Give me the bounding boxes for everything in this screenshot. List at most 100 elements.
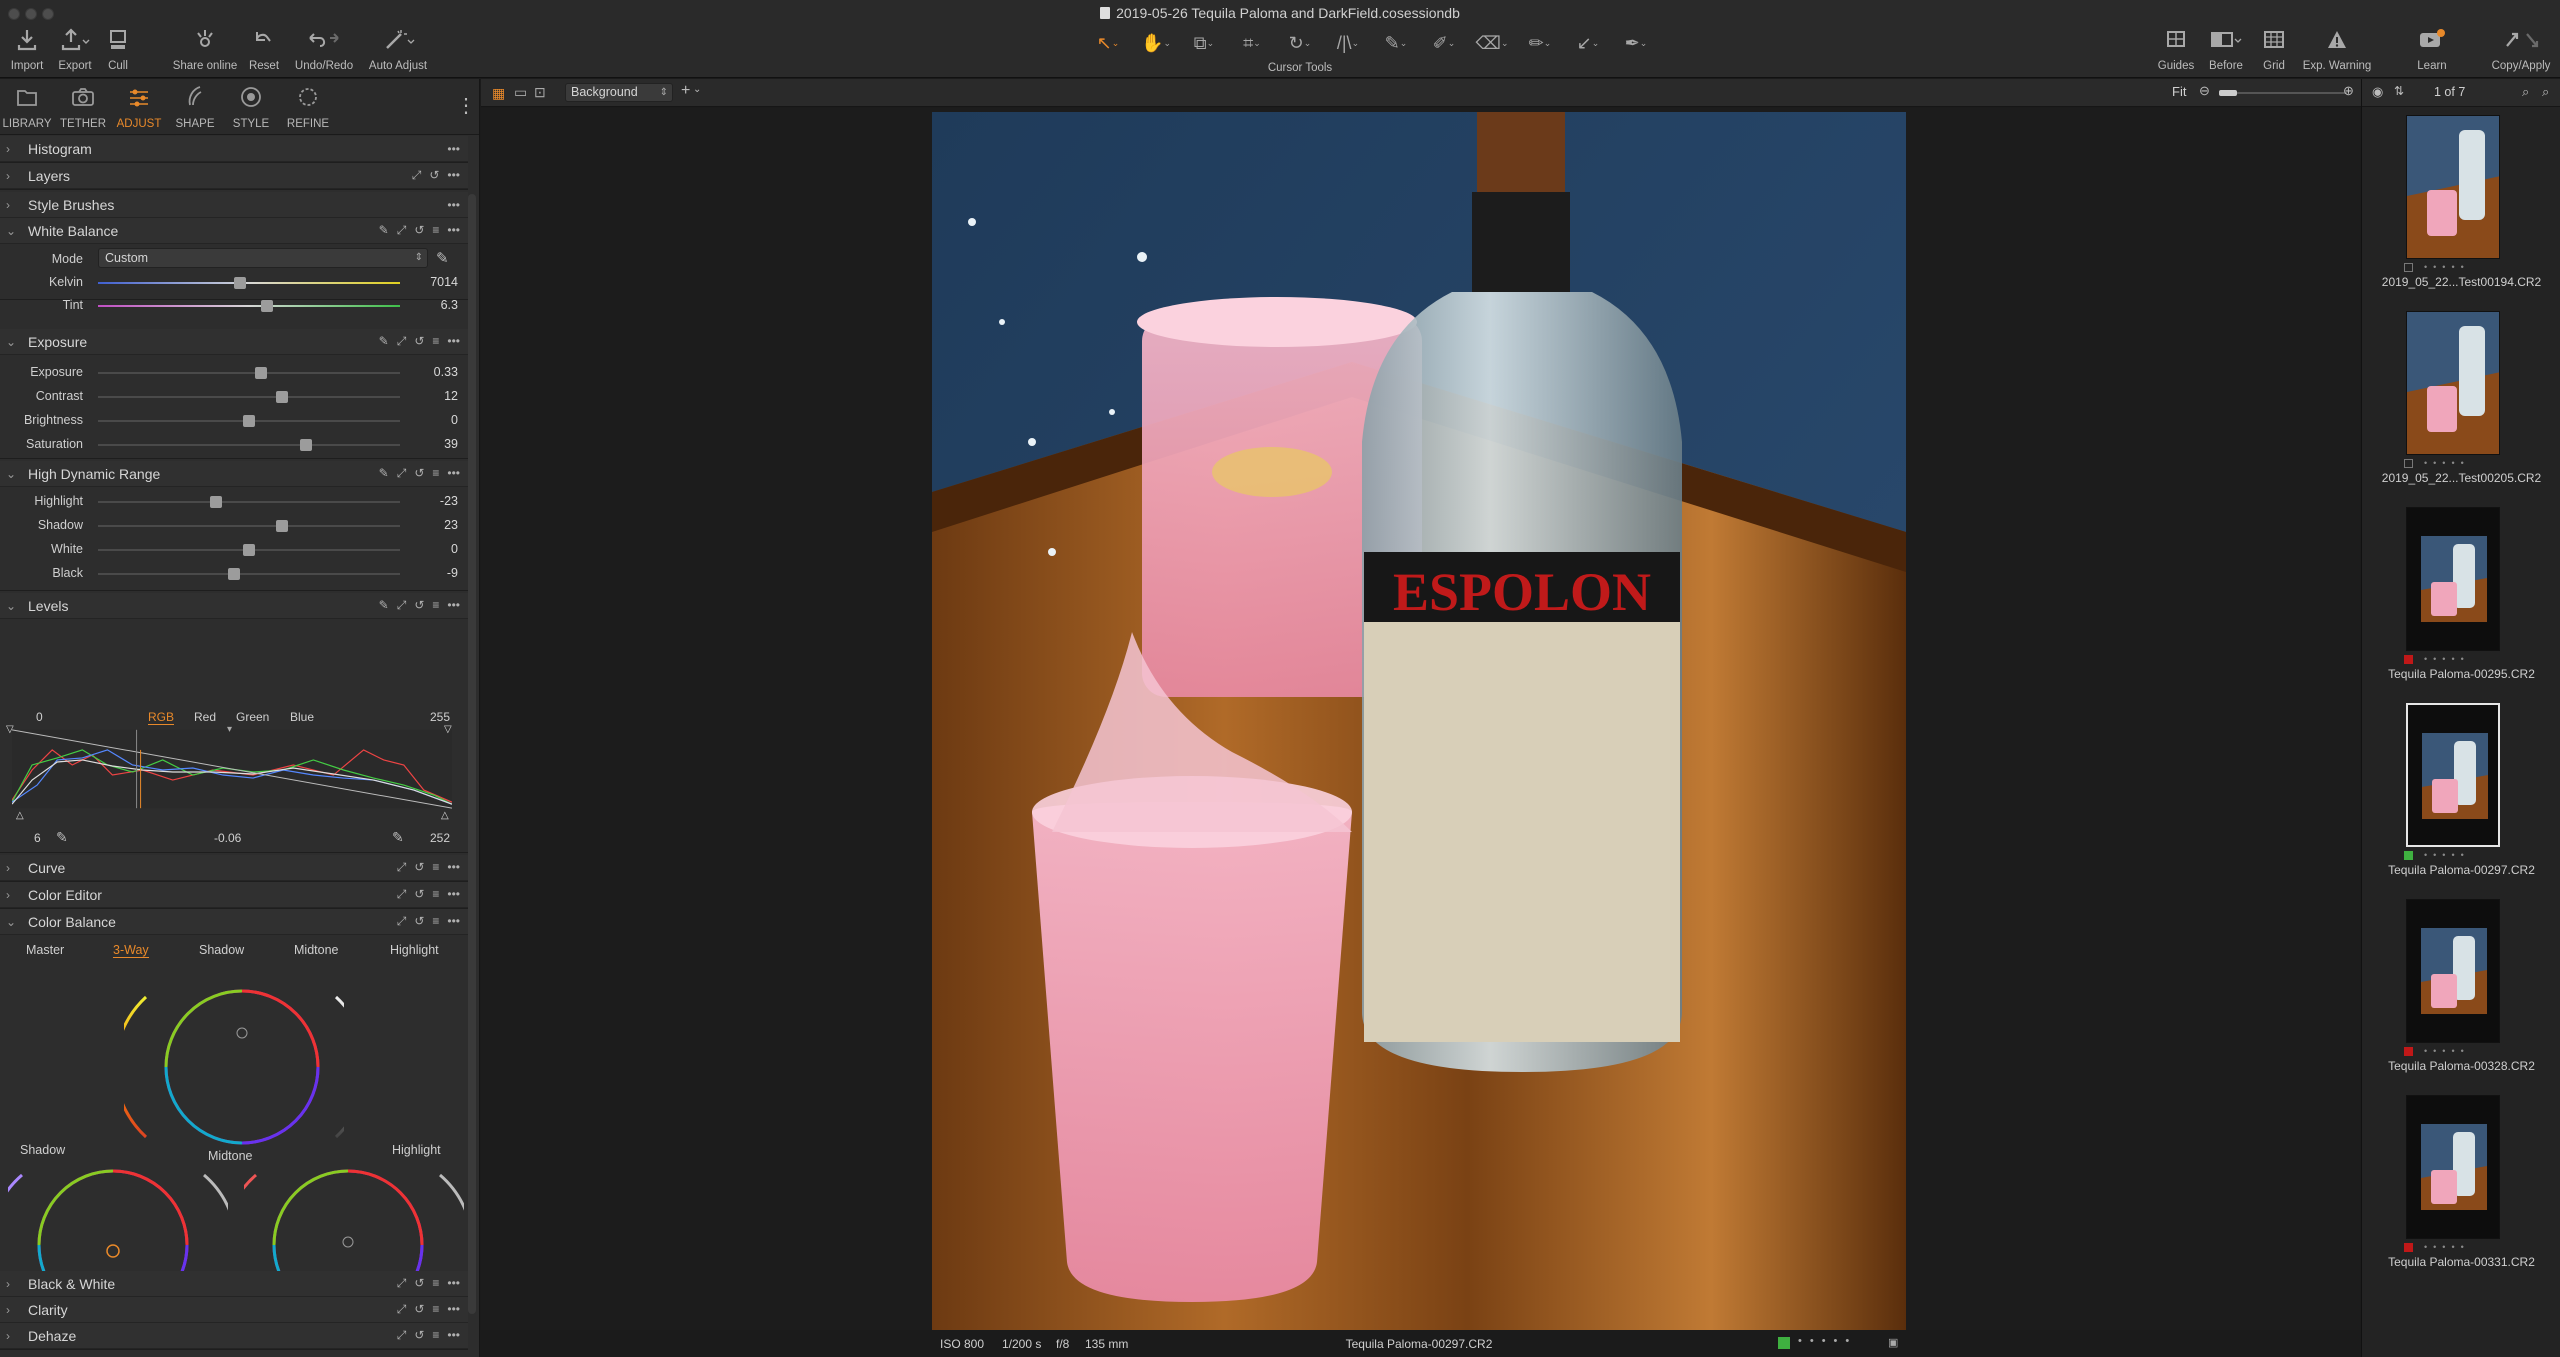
more-icon[interactable]: ••• <box>447 142 460 156</box>
zoom-slider[interactable] <box>2219 90 2347 96</box>
tab-adjust[interactable]: ADJUST <box>114 83 164 133</box>
exposure-slider[interactable] <box>98 367 400 379</box>
more-icon[interactable]: ••• <box>447 466 460 481</box>
levels-channel-red[interactable]: Red <box>194 710 216 724</box>
black-knob[interactable] <box>227 568 240 580</box>
tint-slider[interactable] <box>98 300 400 312</box>
thumbnail-image[interactable] <box>2406 1095 2500 1239</box>
shadow-knob[interactable] <box>276 520 289 532</box>
eye-icon[interactable]: ◉ <box>2372 84 2383 100</box>
heal-cursor-tool[interactable]: ✏ ⌄ <box>1518 28 1562 58</box>
keystone-cursor-tool[interactable]: /|\ ⌄ <box>1326 28 1370 58</box>
reset-small-icon[interactable]: ↺ <box>414 1276 424 1291</box>
more-icon[interactable]: ••• <box>447 198 460 212</box>
dehaze-header[interactable]: › Dehaze ⤢ ↺ ≡ ••• <box>0 1323 468 1349</box>
eraser-cursor-tool[interactable]: ⌫ ⌄ <box>1470 28 1514 58</box>
thumbnail-item[interactable]: ••••• Tequila Paloma-00328.CR2 <box>2362 893 2560 1089</box>
presets-icon[interactable]: ≡ <box>432 1276 439 1291</box>
clarity-header[interactable]: › Clarity ⤢ ↺ ≡ ••• <box>0 1297 468 1323</box>
curve-header[interactable]: › Curve ⤢ ↺ ≡ ••• <box>0 855 468 881</box>
grid-view-icon[interactable]: ▦ <box>492 85 505 102</box>
edit-mask-icon[interactable]: ✎ <box>379 466 389 481</box>
chevron-down-icon[interactable]: ⌄ <box>693 84 701 95</box>
black-value[interactable]: -9 <box>414 566 458 580</box>
more-icon[interactable]: ••• <box>447 887 460 902</box>
layer-select[interactable]: Background ⇕ <box>565 83 673 102</box>
color-tag-badge[interactable] <box>1778 1337 1790 1349</box>
star-rating[interactable]: ••••• <box>2424 1242 2470 1252</box>
wb-mode-select[interactable]: Custom ⇕ <box>98 248 428 268</box>
select-cursor-tool[interactable]: ↖ ⌄ <box>1086 28 1130 58</box>
search-icon[interactable]: ⌕ <box>2522 84 2529 100</box>
levels-mid-handle[interactable]: ▾ <box>227 724 232 735</box>
copy-apply-button[interactable]: Copy/Apply <box>2490 28 2552 76</box>
levels-output-high[interactable]: 252 <box>430 831 450 845</box>
cb-tab-highlight[interactable]: Highlight <box>390 943 439 957</box>
highlight-knob[interactable] <box>209 496 222 508</box>
fullscreen-icon[interactable]: ⤢ <box>397 914 407 929</box>
zoom-label[interactable]: Fit <box>2172 84 2186 99</box>
levels-channel-blue[interactable]: Blue <box>290 710 314 724</box>
guides-button[interactable]: Guides <box>2154 28 2198 76</box>
edit-mask-icon[interactable]: ✎ <box>379 223 389 238</box>
more-icon[interactable]: ••• <box>447 1276 460 1291</box>
color-tag[interactable] <box>2404 654 2413 664</box>
reset-small-icon[interactable]: ↺ <box>414 887 424 902</box>
pan-cursor-tool[interactable]: ✋ ⌄ <box>1134 28 1178 58</box>
tool-panel-scrollbar[interactable] <box>468 194 476 1314</box>
fullscreen-icon[interactable]: ⤢ <box>412 168 422 183</box>
master-color-wheel[interactable] <box>124 977 344 1157</box>
fullscreen-icon[interactable]: ⤢ <box>397 1328 407 1343</box>
white-knob[interactable] <box>243 544 255 556</box>
thumbnail-item[interactable]: ••••• 2019_05_22...Test00205.CR2 <box>2362 305 2560 501</box>
saturation-slider[interactable] <box>98 439 400 451</box>
cull-button[interactable]: Cull <box>104 28 132 76</box>
thumbnail-image[interactable] <box>2406 115 2500 259</box>
export-button[interactable]: Export <box>54 28 96 76</box>
crop-cursor-tool[interactable]: ⌗ ⌄ <box>1230 28 1274 58</box>
reset-small-icon[interactable]: ↺ <box>414 860 424 875</box>
zoom-out-icon[interactable]: ⊖ <box>2199 83 2210 99</box>
zoom-slider-knob[interactable] <box>2219 90 2237 96</box>
color-tag[interactable] <box>2404 850 2413 860</box>
more-icon[interactable]: ••• <box>447 1328 460 1343</box>
exposure-knob[interactable] <box>255 367 268 379</box>
presets-icon[interactable]: ≡ <box>432 887 439 902</box>
fullscreen-icon[interactable]: ⤢ <box>397 887 407 902</box>
thumbnail-item[interactable]: ••••• Tequila Paloma-00331.CR2 <box>2362 1089 2560 1285</box>
more-icon[interactable]: ••• <box>447 334 460 349</box>
tab-shape[interactable]: SHAPE <box>172 83 218 133</box>
main-photo[interactable]: ESPOLON <box>932 112 1906 1330</box>
star-rating[interactable]: ••••• <box>2424 850 2470 860</box>
picker2-cursor-tool[interactable]: ✎ ⌄ <box>1374 28 1418 58</box>
levels-channel-rgb[interactable]: RGB <box>148 710 175 725</box>
brush-cursor-tool[interactable]: ✐ ⌄ <box>1422 28 1466 58</box>
reset-small-icon[interactable]: ↺ <box>414 1328 424 1343</box>
reset-small-icon[interactable]: ↺ <box>414 1302 424 1317</box>
fullscreen-icon[interactable]: ⤢ <box>397 1276 407 1291</box>
presets-icon[interactable]: ≡ <box>432 1302 439 1317</box>
more-icon[interactable]: ••• <box>447 914 460 929</box>
star-rating[interactable]: ••••• <box>2424 262 2470 272</box>
levels-midtone[interactable]: -0.06 <box>214 831 241 845</box>
white-picker-eyedropper-icon[interactable]: ✎ <box>392 829 404 846</box>
reset-small-icon[interactable]: ↺ <box>414 334 424 349</box>
cb-tab-midtone[interactable]: Midtone <box>294 943 338 957</box>
thumbnail-item[interactable]: ••••• 2019_05_22...Test00194.CR2 <box>2362 109 2560 305</box>
levels-channel-green[interactable]: Green <box>236 710 269 724</box>
presets-icon[interactable]: ≡ <box>432 598 439 613</box>
contrast-knob[interactable] <box>276 391 289 403</box>
exposure-value[interactable]: 0.33 <box>414 365 458 379</box>
star-rating[interactable]: ••••• <box>2424 1046 2470 1056</box>
reset-small-icon[interactable]: ↺ <box>414 598 424 613</box>
shadow-slider[interactable] <box>98 520 400 532</box>
more-icon[interactable]: ••• <box>447 223 460 238</box>
color-balance-header[interactable]: ⌄ Color Balance ⤢ ↺ ≡ ••• <box>0 909 468 935</box>
saturation-value[interactable]: 39 <box>414 437 458 451</box>
cb-tab-3way[interactable]: 3-Way <box>113 943 149 958</box>
thumbnail-item[interactable]: ••••• Tequila Paloma-00297.CR2 <box>2362 697 2560 893</box>
levels-input-low[interactable]: 0 <box>36 710 43 724</box>
highlight-value[interactable]: -23 <box>414 494 458 508</box>
brightness-knob[interactable] <box>243 415 255 427</box>
exposure-header[interactable]: ⌄ Exposure ✎ ⤢ ↺ ≡ ••• <box>0 329 468 355</box>
